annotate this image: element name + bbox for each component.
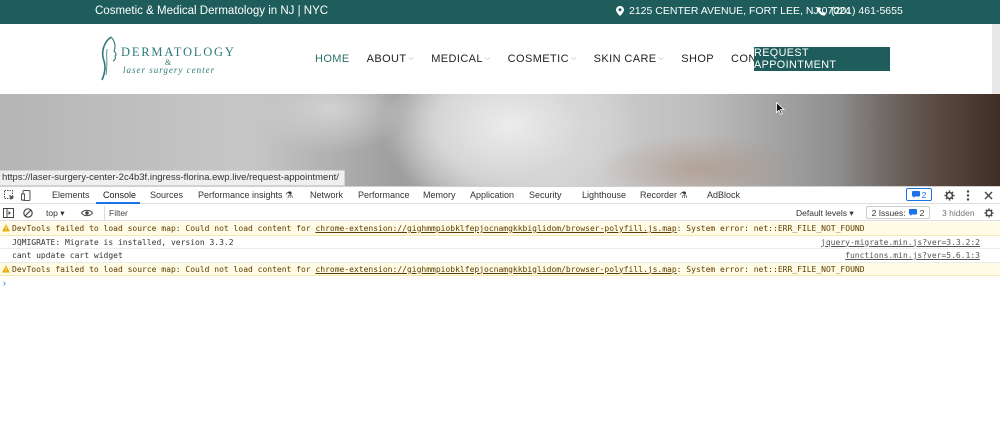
chevron-down-icon: ⌵	[570, 55, 577, 62]
message-text: JQMIGRATE: Migrate is installed, version…	[12, 237, 234, 247]
console-filter-input[interactable]: Filter	[104, 206, 788, 220]
gear-icon[interactable]	[944, 190, 955, 201]
nav-label: ABOUT	[366, 53, 407, 65]
map-pin-icon	[616, 6, 624, 16]
phone-text: (201) 461-5655	[831, 5, 903, 17]
context-value: top	[46, 208, 58, 218]
active-tab-indicator	[96, 202, 140, 204]
device-toggle-icon[interactable]	[21, 190, 32, 201]
tab-lighthouse[interactable]: Lighthouse	[582, 190, 626, 200]
console-messages: DevTools failed to load source map: Coul…	[0, 222, 1000, 288]
messages-badge[interactable]: 2	[906, 188, 932, 201]
tab-sources[interactable]: Sources	[150, 190, 183, 200]
mouse-cursor-icon	[776, 102, 785, 115]
site-tagline: Cosmetic & Medical Dermatology in NJ | N…	[95, 5, 329, 17]
eye-icon[interactable]	[81, 209, 93, 217]
tab-performance-insights[interactable]: Performance insights ⚗	[198, 190, 293, 201]
address-link[interactable]: 2125 CENTER AVENUE, FORT LEE, NJ 07024	[616, 5, 851, 17]
messages-count: 2	[921, 189, 927, 200]
console-log: cant update cart widget functions.min.js…	[0, 249, 1000, 263]
tab-elements[interactable]: Elements	[52, 190, 90, 200]
tab-label: Performance insights	[198, 190, 283, 200]
inspect-element-icon[interactable]	[4, 190, 15, 201]
chevron-down-icon: ⌵	[658, 55, 665, 62]
nav-item-medical[interactable]: MEDICAL ⌵	[431, 53, 490, 65]
message-text: DevTools failed to load source map: Coul…	[12, 263, 865, 276]
nav-item-about[interactable]: ABOUT ⌵	[367, 53, 415, 65]
tab-application[interactable]: Application	[470, 190, 514, 200]
tab-memory[interactable]: Memory	[423, 190, 456, 200]
message-text: DevTools failed to load source map: Coul…	[12, 222, 865, 235]
warning-icon	[2, 264, 10, 272]
log-levels-select[interactable]: Default levels ▾	[796, 208, 854, 219]
phone-link[interactable]: (201) 461-5655	[817, 5, 903, 17]
logo-title: DERMATOLOGY	[121, 45, 236, 59]
main-nav: HOME ABOUT ⌵ MEDICAL ⌵ COSMETIC ⌵ SKIN CARE…	[315, 53, 803, 65]
console-prompt[interactable]: ›	[3, 278, 6, 288]
message-source-link[interactable]: jquery-migrate.min.js?ver=3.3.2:2	[821, 236, 980, 249]
caret-down-icon: ▾	[849, 208, 854, 218]
tab-console[interactable]: Console	[103, 190, 136, 200]
devtools-panel: Elements Console Sources Performance ins…	[0, 186, 1000, 446]
hero-shape	[840, 94, 1000, 186]
status-bar-url: https://laser-surgery-center-2c4b3f.ingr…	[0, 170, 345, 186]
tab-network[interactable]: Network	[310, 190, 343, 200]
nav-label: HOME	[315, 53, 350, 65]
console-warning: DevTools failed to load source map: Coul…	[0, 262, 1000, 276]
nav-item-skin-care[interactable]: SKIN CARE ⌵	[594, 53, 665, 65]
top-info-bar: Cosmetic & Medical Dermatology in NJ | N…	[0, 0, 1000, 24]
phone-icon	[817, 6, 826, 16]
more-vertical-icon[interactable]	[966, 190, 970, 201]
nav-label: SHOP	[681, 53, 715, 65]
issues-button[interactable]: 2 Issues: 2	[866, 206, 930, 219]
message-prefix: DevTools failed to load source map: Coul…	[12, 224, 316, 233]
flask-icon: ⚗	[285, 190, 294, 200]
message-suffix: : System error: net::ERR_FILE_NOT_FOUND	[676, 224, 865, 233]
source-map-link[interactable]: chrome-extension://gighmmpiobklfepjocnam…	[315, 265, 676, 274]
warning-icon	[2, 224, 10, 232]
message-icon	[911, 191, 920, 198]
request-appointment-button[interactable]: REQUEST APPOINTMENT	[754, 47, 890, 71]
nav-label: MEDICAL	[431, 53, 483, 65]
source-map-link[interactable]: chrome-extension://gighmmpiobklfepjocnam…	[315, 224, 676, 233]
message-source-link[interactable]: functions.min.js?ver=5.6.1:3	[845, 249, 980, 262]
devtools-tab-bar: Elements Console Sources Performance ins…	[0, 187, 1000, 204]
nav-label: COSMETIC	[507, 53, 569, 65]
tab-security[interactable]: Security	[529, 190, 562, 200]
message-icon	[908, 209, 917, 216]
close-icon[interactable]	[984, 191, 993, 200]
tab-recorder[interactable]: Recorder ⚗	[640, 190, 688, 201]
gear-icon[interactable]	[984, 208, 994, 218]
issues-label: 2 Issues:	[871, 207, 906, 218]
console-warning: DevTools failed to load source map: Coul…	[0, 222, 1000, 236]
nav-item-shop[interactable]: SHOP	[681, 53, 714, 65]
message-prefix: DevTools failed to load source map: Coul…	[12, 264, 316, 274]
levels-value: Default levels	[796, 208, 848, 218]
context-select[interactable]: top ▾	[46, 208, 64, 219]
nav-label: SKIN CARE	[593, 53, 657, 65]
chevron-down-icon: ⌵	[484, 55, 491, 62]
console-toolbar: top ▾ Filter Default levels ▾ 2 Issues: …	[0, 205, 1000, 221]
chevron-down-icon: ⌵	[408, 55, 415, 62]
message-suffix: : System error: net::ERR_FILE_NOT_FOUND	[676, 264, 865, 274]
hidden-count: 3 hidden	[942, 208, 975, 218]
nav-item-cosmetic[interactable]: COSMETIC ⌵	[508, 53, 577, 65]
tab-adblock[interactable]: AdBlock	[707, 190, 740, 200]
caret-down-icon: ▾	[60, 208, 65, 218]
site-logo[interactable]: DERMATOLOGY & laser surgery center	[97, 35, 234, 83]
nav-item-home[interactable]: HOME	[315, 53, 350, 65]
message-text: cant update cart widget	[12, 251, 123, 260]
clear-console-icon[interactable]	[23, 208, 33, 218]
issues-count: 2	[919, 207, 925, 218]
logo-subtitle: laser surgery center	[123, 65, 216, 75]
console-log: JQMIGRATE: Migrate is installed, version…	[0, 236, 1000, 249]
flask-icon: ⚗	[679, 190, 688, 200]
sidebar-toggle-icon[interactable]	[3, 208, 14, 218]
tab-performance[interactable]: Performance	[358, 190, 410, 200]
tab-label: Recorder	[640, 190, 678, 200]
